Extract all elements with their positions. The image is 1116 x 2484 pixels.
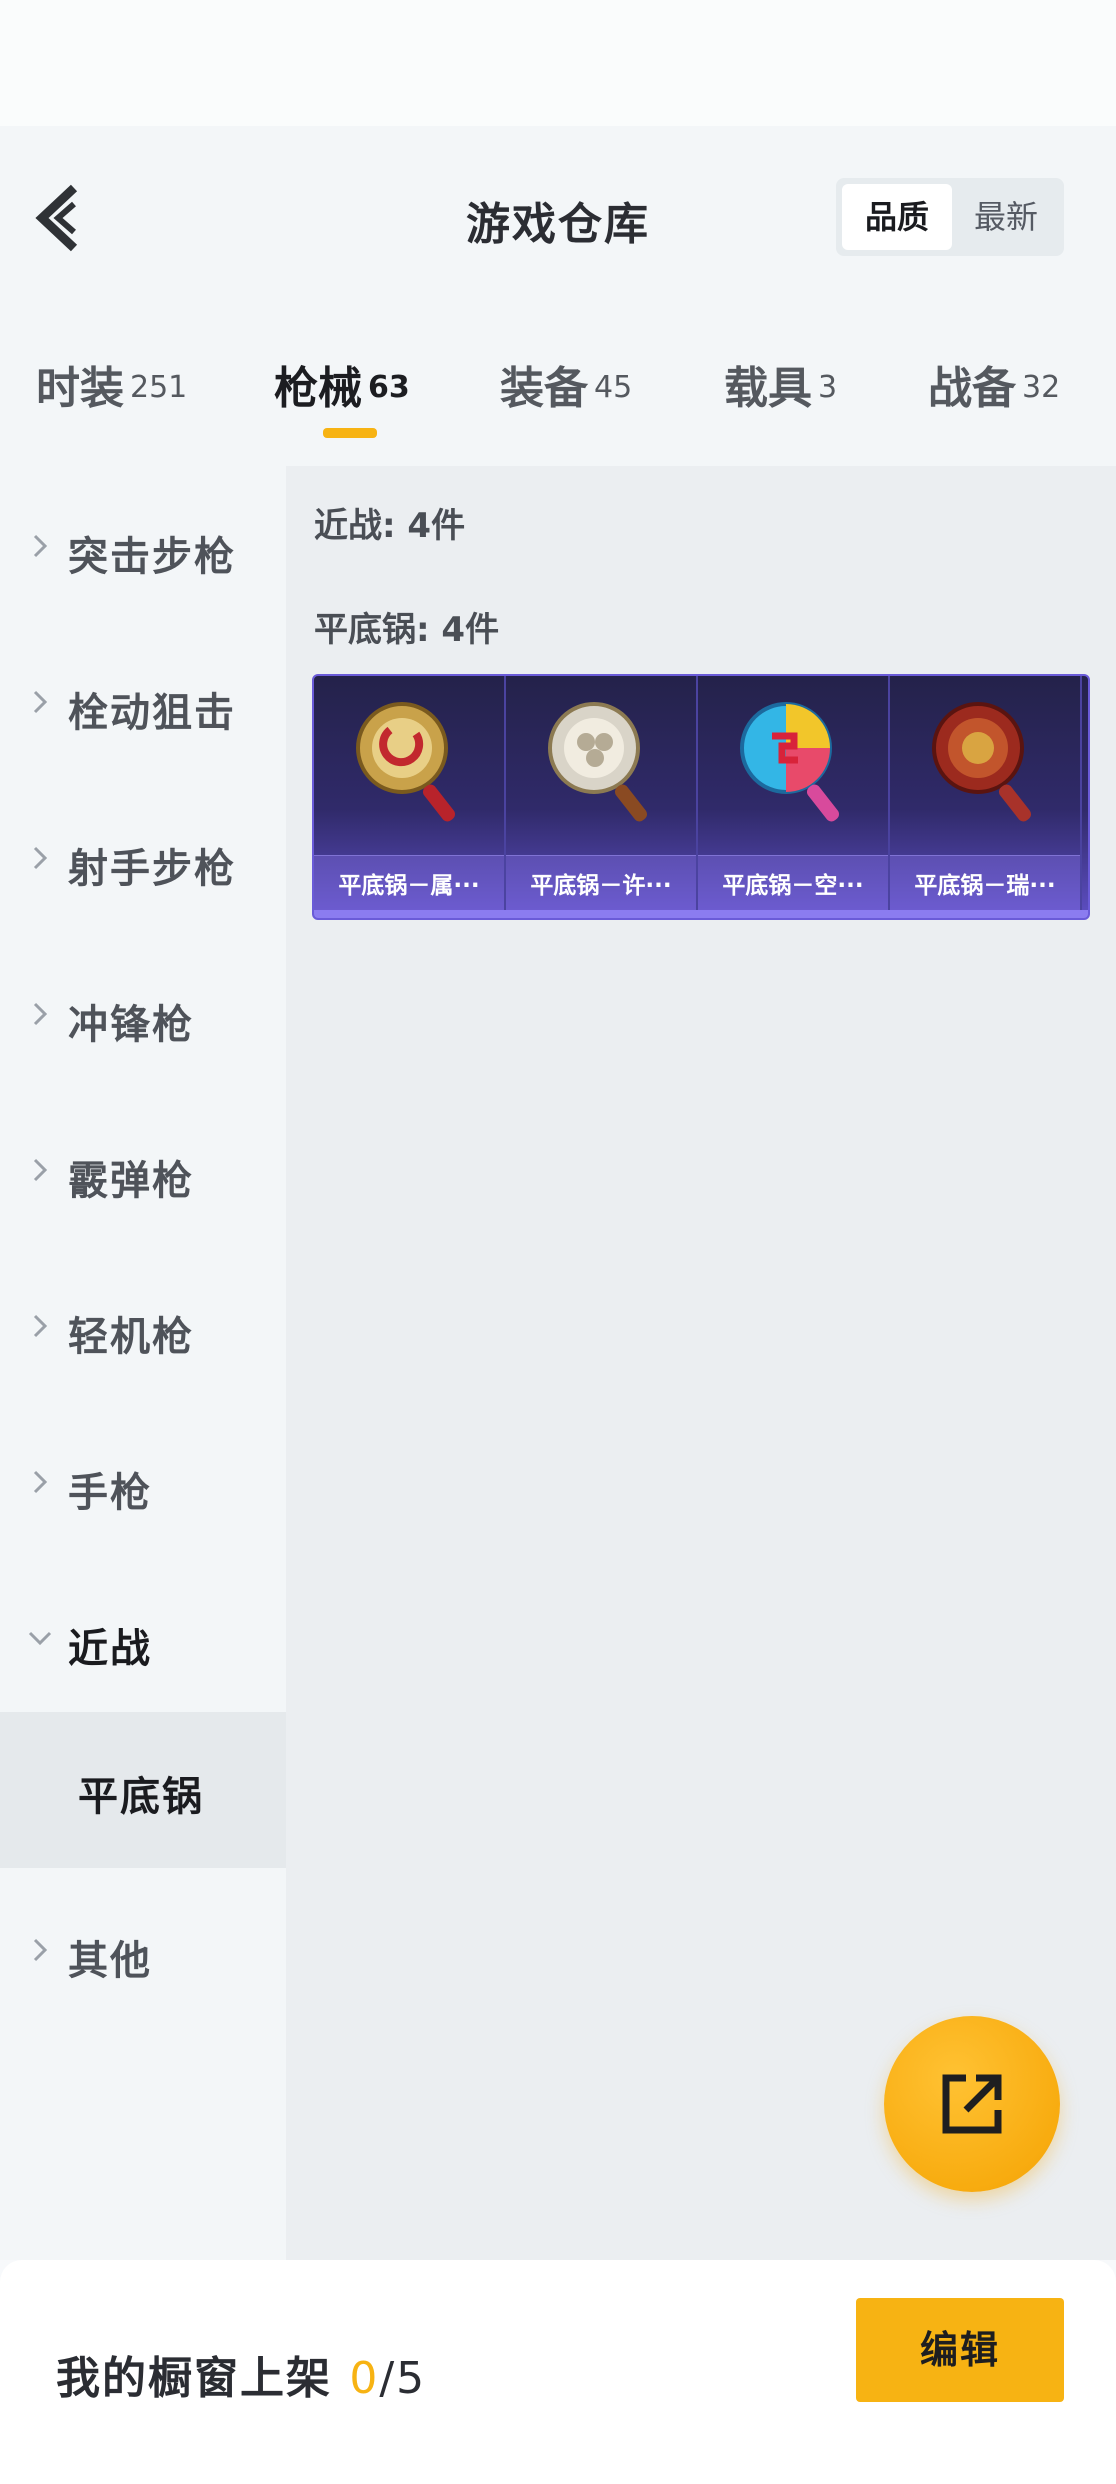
showcase-label: 我的橱窗上架 bbox=[56, 2353, 332, 2404]
status-bar bbox=[0, 0, 1116, 126]
frying-pan-icon bbox=[356, 702, 456, 822]
sidebar-item-melee[interactable]: 近战 bbox=[0, 1590, 286, 1690]
showcase-current-count: 0 bbox=[349, 2353, 380, 2404]
sidebar-item-shotgun[interactable]: 霰弹枪 bbox=[0, 1122, 286, 1222]
tab-count: 3 bbox=[818, 370, 838, 405]
tab-label: 时装 bbox=[36, 363, 124, 414]
sidebar-item-label: 其他 bbox=[68, 1938, 152, 1984]
edit-button[interactable]: 编辑 bbox=[856, 2298, 1064, 2402]
sidebar-item-label: 突击步枪 bbox=[68, 534, 236, 580]
item-name: 平底锅－属··· bbox=[338, 873, 480, 899]
sidebar-subitem-label: 平底锅 bbox=[78, 1774, 204, 1820]
item-grid: 平底锅－属··· 平底锅－许··· 平底锅－空··· 平底锅－瑞··· bbox=[312, 674, 1090, 920]
tab-vehicles[interactable]: 载具 3 bbox=[724, 352, 837, 416]
chevron-right-icon bbox=[33, 846, 48, 870]
tab-count: 32 bbox=[1022, 370, 1061, 405]
frying-pan-icon bbox=[932, 702, 1032, 822]
sidebar-item-label: 轻机枪 bbox=[68, 1314, 194, 1360]
item-card[interactable]: 平底锅－瑞··· bbox=[890, 676, 1082, 918]
item-card[interactable]: 平底锅－属··· bbox=[314, 676, 506, 918]
external-link-icon bbox=[942, 2074, 1002, 2134]
chevron-right-icon bbox=[33, 1002, 48, 1026]
weapon-type-sidebar: 突击步枪 栓动狙击 射手步枪 冲锋枪 霰弹枪 轻机枪 手枪 近战 平底锅 其他 bbox=[0, 466, 286, 2260]
tab-label: 战备 bbox=[928, 363, 1016, 414]
tab-count: 45 bbox=[594, 370, 633, 405]
sidebar-subitem-frying-pan[interactable]: 平底锅 bbox=[0, 1712, 286, 1868]
chevron-right-icon bbox=[33, 1470, 48, 1494]
subsection-heading: 平底锅: 4件 bbox=[314, 610, 500, 650]
item-card[interactable]: 平底锅－许··· bbox=[506, 676, 698, 918]
sort-quality-button[interactable]: 品质 bbox=[842, 184, 952, 250]
chevron-right-icon bbox=[33, 1938, 48, 1962]
sidebar-item-label: 霰弹枪 bbox=[68, 1158, 194, 1204]
sidebar-item-pistol[interactable]: 手枪 bbox=[0, 1434, 286, 1534]
active-tab-indicator bbox=[323, 428, 377, 438]
tab-count: 251 bbox=[130, 370, 188, 405]
showcase-status: 我的橱窗上架 0/5 bbox=[56, 2342, 426, 2406]
top-bar: 游戏仓库 品质 最新 bbox=[0, 126, 1116, 306]
sidebar-item-label: 手枪 bbox=[68, 1470, 152, 1516]
item-content-panel: 近战: 4件 平底锅: 4件 平底锅－属··· 平底锅－许··· 平底锅－空··… bbox=[286, 466, 1116, 2260]
sidebar-item-label: 冲锋枪 bbox=[68, 1002, 194, 1048]
tab-equipment[interactable]: 装备 45 bbox=[500, 352, 632, 416]
sidebar-item-label: 栓动狙击 bbox=[68, 690, 236, 736]
sidebar-item-label: 近战 bbox=[68, 1626, 152, 1672]
chevron-right-icon bbox=[33, 1314, 48, 1338]
grid-bottom-stripe bbox=[314, 910, 1088, 918]
sidebar-item-lmg[interactable]: 轻机枪 bbox=[0, 1278, 286, 1378]
section-heading: 近战: 4件 bbox=[314, 506, 466, 546]
item-name: 平底锅－空··· bbox=[722, 873, 864, 899]
chevron-right-icon bbox=[33, 534, 48, 558]
sidebar-item-other[interactable]: 其他 bbox=[0, 1902, 286, 2002]
chevron-right-icon bbox=[33, 1158, 48, 1182]
sort-newest-button[interactable]: 最新 bbox=[954, 184, 1058, 250]
sidebar-item-label: 射手步枪 bbox=[68, 846, 236, 892]
chevron-right-icon bbox=[33, 690, 48, 714]
showcase-total: /5 bbox=[379, 2353, 427, 2404]
tab-tactical-gear[interactable]: 战备 32 bbox=[928, 352, 1060, 416]
sidebar-item-marksman-rifle[interactable]: 射手步枪 bbox=[0, 810, 286, 910]
share-fab-button[interactable] bbox=[884, 2016, 1060, 2192]
sidebar-item-assault-rifle[interactable]: 突击步枪 bbox=[0, 498, 286, 598]
frying-pan-icon bbox=[548, 702, 648, 822]
showcase-footer: 我的橱窗上架 0/5 编辑 bbox=[0, 2260, 1116, 2484]
tab-count: 63 bbox=[368, 370, 410, 405]
item-name: 平底锅－许··· bbox=[530, 873, 672, 899]
sidebar-item-bolt-sniper[interactable]: 栓动狙击 bbox=[0, 654, 286, 754]
chevron-down-icon bbox=[28, 1631, 52, 1646]
item-card[interactable]: 平底锅－空··· bbox=[698, 676, 890, 918]
tab-label: 枪械 bbox=[274, 363, 362, 414]
tab-label: 载具 bbox=[724, 363, 812, 414]
item-name: 平底锅－瑞··· bbox=[914, 873, 1056, 899]
sidebar-item-smg[interactable]: 冲锋枪 bbox=[0, 966, 286, 1066]
sort-toggle: 品质 最新 bbox=[836, 178, 1064, 256]
tab-fashion[interactable]: 时装 251 bbox=[36, 352, 187, 416]
frying-pan-icon bbox=[740, 702, 840, 822]
tab-firearms[interactable]: 枪械 63 bbox=[274, 352, 410, 416]
tab-label: 装备 bbox=[500, 363, 588, 414]
category-tabs: 时装 251 枪械 63 装备 45 载具 3 战备 32 bbox=[0, 306, 1116, 466]
